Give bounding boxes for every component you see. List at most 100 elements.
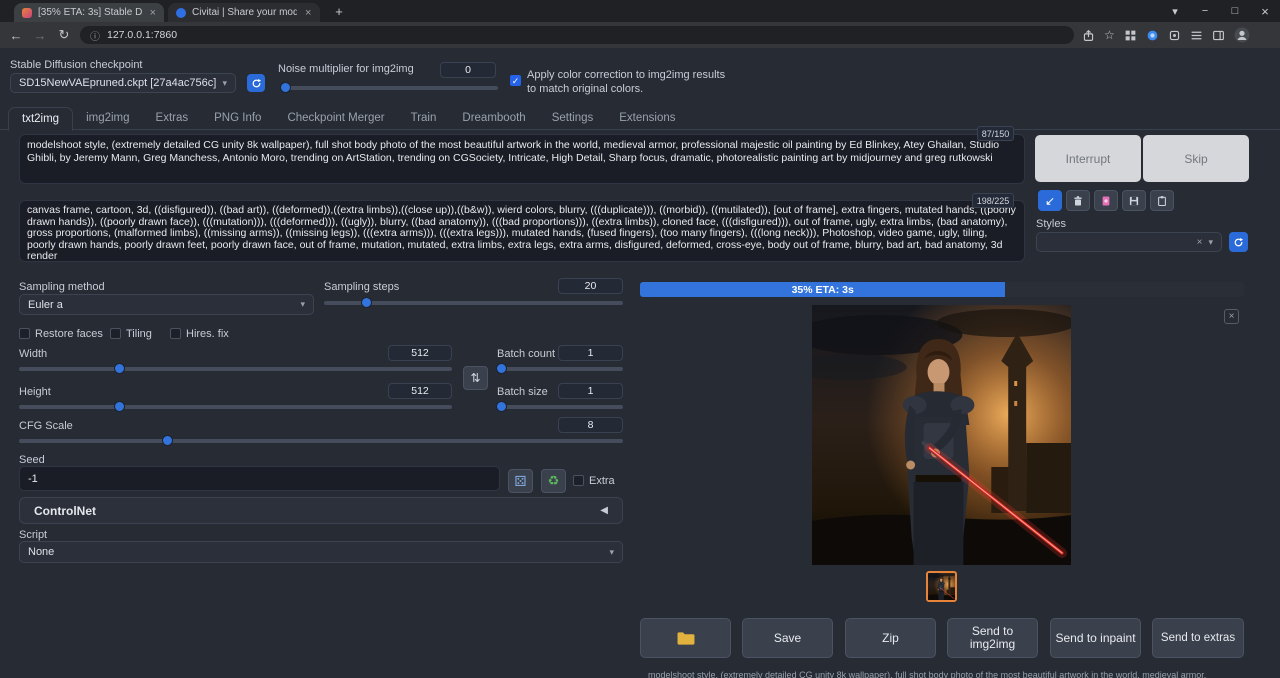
slider-handle[interactable] bbox=[114, 401, 125, 412]
hires-fix-checkbox[interactable] bbox=[170, 328, 181, 339]
random-seed-button[interactable]: ⚄ bbox=[508, 469, 533, 493]
send-to-extras-button[interactable]: Send to extras bbox=[1152, 618, 1244, 658]
sampling-method-dropdown[interactable]: Euler a ▾ bbox=[19, 294, 314, 315]
progress-fill: 35% ETA: 3s bbox=[640, 282, 1005, 297]
paste-generation-params-button[interactable]: ↙ bbox=[1038, 190, 1062, 211]
restore-faces-label: Restore faces bbox=[35, 328, 103, 340]
tab-close-icon[interactable]: × bbox=[305, 7, 311, 19]
batch-size-value[interactable]: 1 bbox=[558, 383, 623, 399]
forward-icon[interactable]: → bbox=[28, 28, 52, 43]
styles-label: Styles bbox=[1036, 218, 1066, 230]
cfg-scale-value[interactable]: 8 bbox=[558, 417, 623, 433]
refresh-styles-button[interactable] bbox=[1229, 232, 1248, 252]
swap-width-height-button[interactable]: ⇅ bbox=[463, 366, 488, 390]
close-preview-button[interactable]: × bbox=[1224, 309, 1239, 324]
send-to-inpaint-button[interactable]: Send to inpaint bbox=[1050, 618, 1141, 658]
collapse-arrow-icon: ◀ bbox=[600, 505, 608, 516]
width-value[interactable]: 512 bbox=[388, 345, 452, 361]
slider-handle[interactable] bbox=[496, 363, 507, 374]
tab-close-icon[interactable]: × bbox=[150, 7, 156, 19]
gallery-thumbnail-selected[interactable] bbox=[926, 571, 957, 602]
skip-button[interactable]: Skip bbox=[1143, 135, 1249, 182]
extension-blue-dot-icon[interactable] bbox=[1146, 29, 1159, 42]
noise-multiplier-slider[interactable] bbox=[281, 86, 498, 90]
sampling-method-label: Sampling method bbox=[19, 281, 105, 293]
generated-image-preview[interactable] bbox=[812, 305, 1071, 565]
main-tabs: txt2img img2img Extras PNG Info Checkpoi… bbox=[8, 107, 689, 131]
send-to-img2img-button[interactable]: Send to img2img bbox=[947, 618, 1038, 658]
address-bar[interactable]: ⓘ 127.0.0.1:7860 bbox=[80, 26, 1074, 44]
reload-icon[interactable]: ↻ bbox=[52, 27, 76, 43]
tab-checkpoint-merger[interactable]: Checkpoint Merger bbox=[274, 107, 397, 131]
slider-handle[interactable] bbox=[162, 435, 173, 446]
noise-multiplier-value[interactable]: 0 bbox=[440, 62, 496, 78]
browser-tab-stable-diffusion[interactable]: [35% ETA: 3s] Stable Diffusion × bbox=[14, 3, 164, 22]
restore-faces-checkbox[interactable] bbox=[19, 328, 30, 339]
tab-txt2img[interactable]: txt2img bbox=[8, 107, 73, 131]
clear-prompt-button[interactable] bbox=[1066, 190, 1090, 211]
extra-networks-button[interactable] bbox=[1094, 190, 1118, 211]
interrupt-button[interactable]: Interrupt bbox=[1035, 135, 1141, 182]
apply-style-button[interactable] bbox=[1150, 190, 1174, 211]
controlnet-accordion[interactable]: ControlNet ◀ bbox=[19, 497, 623, 524]
avatar[interactable] bbox=[1234, 27, 1250, 43]
checkpoint-dropdown[interactable]: SD15NewVAEpruned.ckpt [27a4ac756c] ▾ bbox=[10, 73, 236, 93]
styles-dropdown[interactable]: × ▾ bbox=[1036, 232, 1222, 252]
reuse-seed-button[interactable]: ♻ bbox=[541, 469, 566, 493]
cfg-scale-slider[interactable] bbox=[19, 439, 623, 443]
batch-count-label: Batch count bbox=[497, 348, 555, 360]
batch-count-value[interactable]: 1 bbox=[558, 345, 623, 361]
open-folder-button[interactable] bbox=[640, 618, 731, 658]
slider-handle[interactable] bbox=[361, 297, 372, 308]
extra-seed-checkbox[interactable] bbox=[573, 475, 584, 486]
tab-extensions[interactable]: Extensions bbox=[606, 107, 688, 131]
refresh-checkpoints-button[interactable] bbox=[247, 74, 265, 92]
slider-handle[interactable] bbox=[280, 82, 291, 93]
chevron-down-icon[interactable]: ▾ bbox=[1160, 0, 1190, 22]
back-icon[interactable]: ← bbox=[4, 28, 28, 43]
height-slider[interactable] bbox=[19, 405, 452, 409]
batch-count-slider[interactable] bbox=[497, 367, 623, 371]
seed-input[interactable] bbox=[19, 466, 500, 491]
bookmark-star-icon[interactable]: ☆ bbox=[1104, 28, 1115, 42]
tab-extras[interactable]: Extras bbox=[143, 107, 202, 131]
height-value[interactable]: 512 bbox=[388, 383, 452, 399]
sampling-steps-value[interactable]: 20 bbox=[558, 278, 623, 294]
tab-settings[interactable]: Settings bbox=[539, 107, 607, 131]
apps-grid-icon[interactable] bbox=[1124, 29, 1137, 42]
share-icon[interactable] bbox=[1082, 29, 1095, 42]
width-slider[interactable] bbox=[19, 367, 452, 371]
prompt-input[interactable]: modelshoot style, (extremely detailed CG… bbox=[19, 134, 1025, 184]
folder-icon bbox=[676, 630, 696, 646]
tab-png-info[interactable]: PNG Info bbox=[201, 107, 274, 131]
extensions-puzzle-icon[interactable] bbox=[1168, 29, 1181, 42]
save-style-button[interactable] bbox=[1122, 190, 1146, 211]
negative-prompt-input[interactable]: canvas frame, cartoon, 3d, ((disfigured)… bbox=[19, 200, 1025, 262]
slider-handle[interactable] bbox=[496, 401, 507, 412]
chevron-down-icon: ▾ bbox=[222, 78, 227, 89]
tab-train[interactable]: Train bbox=[398, 107, 450, 131]
dice-icon: ⚄ bbox=[514, 473, 526, 490]
browser-tab-civitai[interactable]: Civitai | Share your models × bbox=[168, 3, 320, 22]
tiling-checkbox[interactable] bbox=[110, 328, 121, 339]
sliders-icon[interactable] bbox=[1190, 29, 1203, 42]
batch-size-slider[interactable] bbox=[497, 405, 623, 409]
color-correction-checkbox[interactable] bbox=[510, 75, 521, 86]
zip-button[interactable]: Zip bbox=[845, 618, 936, 658]
save-button[interactable]: Save bbox=[742, 618, 833, 658]
hires-fix-label: Hires. fix bbox=[186, 328, 229, 340]
clear-styles-icon[interactable]: × bbox=[1197, 237, 1203, 248]
new-tab-button[interactable]: + bbox=[331, 3, 347, 19]
slider-handle[interactable] bbox=[114, 363, 125, 374]
window-minimize-button[interactable]: − bbox=[1190, 0, 1220, 22]
sampling-steps-slider[interactable] bbox=[324, 301, 623, 305]
site-info-icon[interactable]: ⓘ bbox=[90, 28, 100, 43]
close-icon: × bbox=[1229, 311, 1235, 322]
width-label: Width bbox=[19, 348, 47, 360]
side-panel-icon[interactable] bbox=[1212, 29, 1225, 42]
tab-img2img[interactable]: img2img bbox=[73, 107, 142, 131]
window-maximize-button[interactable]: □ bbox=[1220, 0, 1250, 22]
script-dropdown[interactable]: None ▾ bbox=[19, 541, 623, 563]
tab-dreambooth[interactable]: Dreambooth bbox=[449, 107, 538, 131]
window-close-button[interactable]: × bbox=[1250, 0, 1280, 22]
